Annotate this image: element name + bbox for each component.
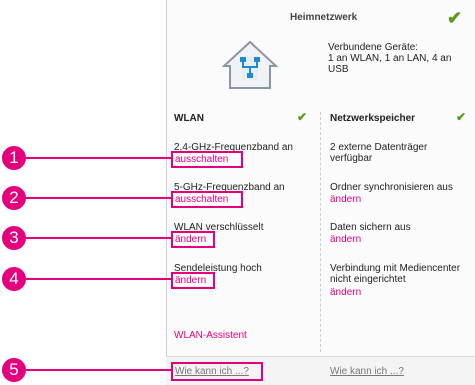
sync-change-link[interactable]: ändern: [330, 194, 361, 205]
sync-status: Ordner synchronisieren aus: [330, 182, 453, 193]
connected-devices-text: Verbundene Geräte: 1 an WLAN, 1 an LAN, …: [328, 42, 452, 75]
callout-line-1: [20, 157, 171, 159]
wlan-header: WLAN: [174, 113, 204, 124]
media-status: Verbindung mit Mediencenter nicht einger…: [330, 263, 461, 285]
backup-change-link[interactable]: ändern: [330, 234, 361, 245]
callout-badge-5: 5: [2, 358, 26, 382]
backup-status: Daten sichern aus: [330, 222, 411, 233]
status-check-icon: ✔: [447, 8, 463, 28]
home-network-icon: [222, 40, 278, 89]
callout-badge-3: 3: [2, 226, 26, 250]
wlan-check-icon: ✔: [297, 110, 308, 124]
wlan-assistant-link[interactable]: WLAN-Assistent: [174, 330, 247, 341]
drives-status: 2 externe Datenträger verfügbar: [330, 142, 428, 164]
panel-title: Heimnetzwerk: [290, 12, 358, 23]
callout-line-5: [20, 369, 171, 371]
highlight-box-4: [171, 272, 215, 289]
callout-badge-2: 2: [2, 186, 26, 210]
storage-check-icon: ✔: [456, 110, 467, 124]
column-divider: [320, 112, 321, 352]
highlight-box-5: [171, 362, 263, 381]
storage-header: Netzwerkspeicher: [330, 113, 416, 124]
callout-badge-1: 1: [2, 146, 26, 170]
callout-badge-4: 4: [2, 267, 26, 291]
media-change-link[interactable]: ändern: [330, 287, 361, 298]
highlight-box-3: [171, 231, 215, 248]
highlight-box-2: [171, 191, 243, 208]
storage-howto-link[interactable]: Wie kann ich ...?: [330, 366, 404, 377]
highlight-box-1: [171, 151, 243, 168]
callout-line-4: [20, 278, 171, 280]
callout-line-3: [20, 237, 171, 239]
callout-line-2: [20, 197, 171, 199]
